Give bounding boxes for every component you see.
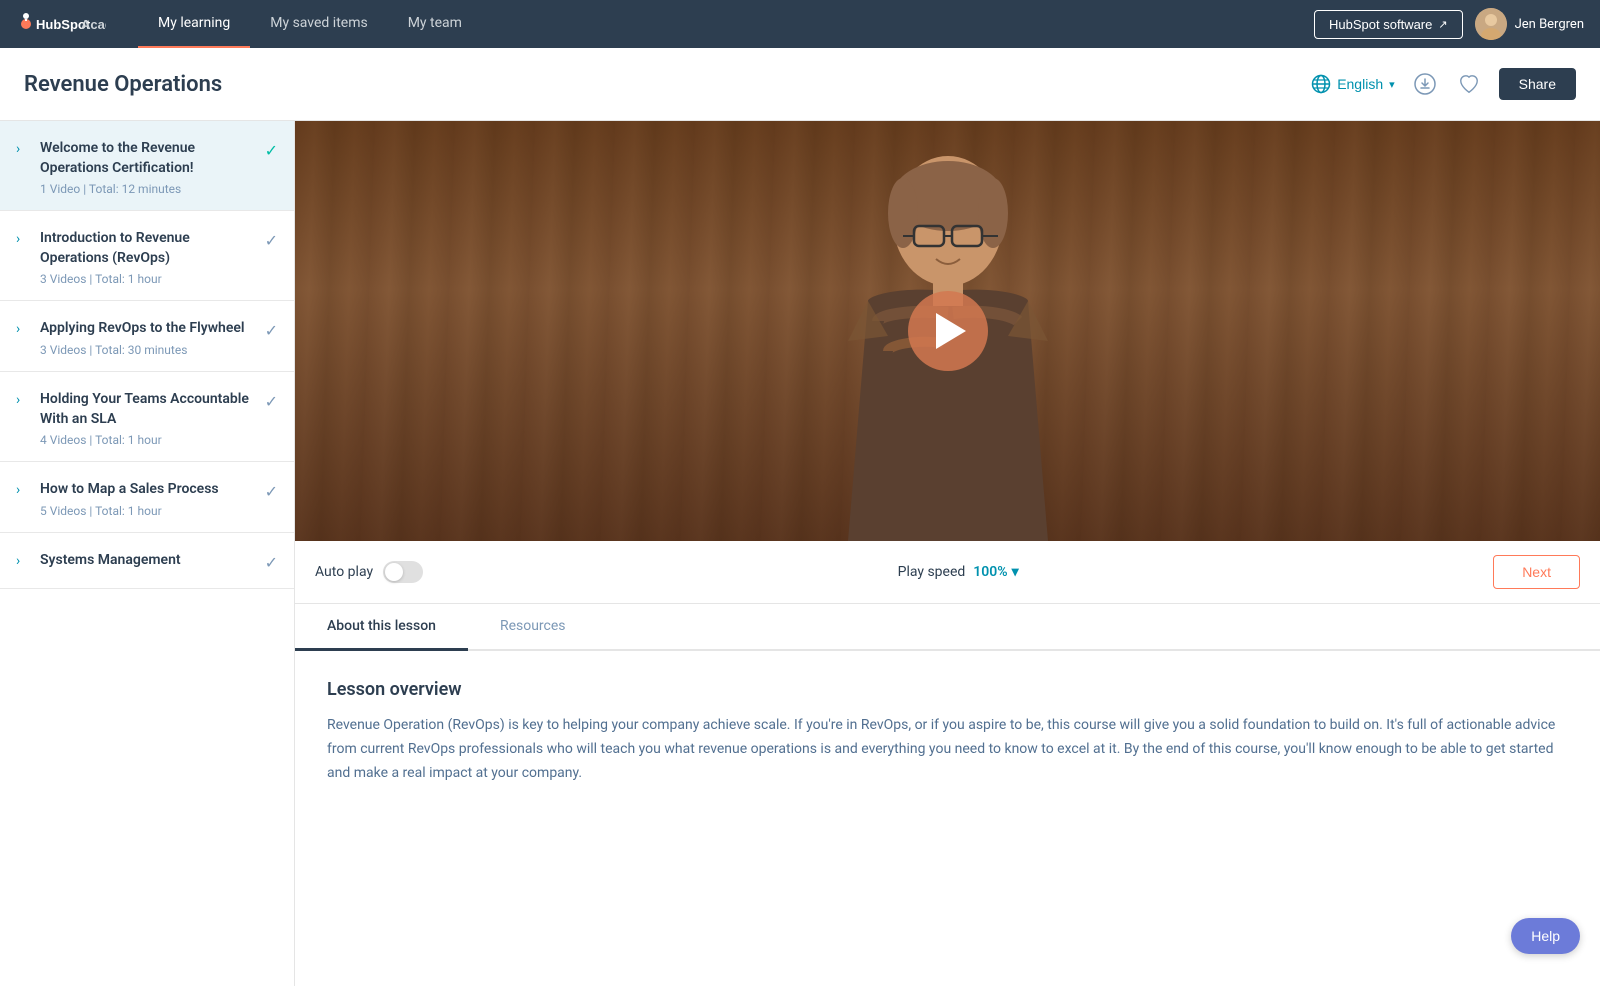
autoplay-label: Auto play bbox=[315, 564, 373, 580]
sidebar-item-map-sales[interactable]: › How to Map a Sales Process 5 Videos | … bbox=[0, 462, 294, 532]
nav-links: My learning My saved items My team bbox=[138, 0, 1314, 48]
sidebar-section-4: › How to Map a Sales Process 5 Videos | … bbox=[0, 462, 294, 533]
play-speed-area: Play speed 100% ▾ bbox=[898, 564, 1019, 580]
play-icon bbox=[936, 313, 966, 349]
video-container bbox=[295, 121, 1600, 541]
language-chevron-icon: ▾ bbox=[1389, 78, 1395, 91]
main-layout: › Welcome to the Revenue Operations Cert… bbox=[0, 121, 1600, 986]
header-actions: English ▾ Share bbox=[1311, 68, 1576, 100]
sidebar-item-text: Applying RevOps to the Flywheel 3 Videos… bbox=[40, 319, 257, 357]
hubspot-software-button[interactable]: HubSpot software ↗ bbox=[1314, 10, 1463, 39]
top-navigation: HubSpot Academy My learning My saved ite… bbox=[0, 0, 1600, 48]
hubspot-software-label: HubSpot software bbox=[1329, 17, 1432, 32]
chevron-icon: › bbox=[16, 321, 30, 337]
sidebar-item-meta: 3 Videos | Total: 30 minutes bbox=[40, 343, 257, 357]
sidebar-item-title: Systems Management bbox=[40, 551, 257, 571]
sidebar-item-title: Welcome to the Revenue Operations Certif… bbox=[40, 139, 257, 178]
check-icon: ✓ bbox=[265, 231, 278, 250]
sidebar-item-meta: 4 Videos | Total: 1 hour bbox=[40, 433, 257, 447]
sidebar-section-2: › Applying RevOps to the Flywheel 3 Vide… bbox=[0, 301, 294, 372]
chevron-icon: › bbox=[16, 482, 30, 498]
chevron-icon: › bbox=[16, 141, 30, 157]
autoplay-area: Auto play bbox=[315, 561, 423, 583]
external-link-icon: ↗ bbox=[1438, 18, 1447, 31]
chevron-icon: › bbox=[16, 392, 30, 408]
share-button[interactable]: Share bbox=[1499, 68, 1576, 100]
heart-icon bbox=[1458, 73, 1480, 95]
sidebar-item-text: Welcome to the Revenue Operations Certif… bbox=[40, 139, 257, 196]
playspeed-value: 100% bbox=[973, 564, 1007, 580]
favorite-button[interactable] bbox=[1455, 70, 1483, 98]
lesson-overview-text: Revenue Operation (RevOps) is key to hel… bbox=[327, 714, 1568, 785]
sidebar-item-title: Introduction to Revenue Operations (RevO… bbox=[40, 229, 257, 268]
autoplay-toggle[interactable] bbox=[383, 561, 423, 583]
tab-resources[interactable]: Resources bbox=[468, 604, 598, 651]
nav-link-my-team[interactable]: My team bbox=[388, 0, 482, 48]
sidebar-item-title: Applying RevOps to the Flywheel bbox=[40, 319, 257, 339]
tab-about[interactable]: About this lesson bbox=[295, 604, 468, 651]
nav-right: HubSpot software ↗ Jen Bergren bbox=[1314, 8, 1584, 40]
video-controls: Auto play Play speed 100% ▾ Next bbox=[295, 541, 1600, 604]
username-label: Jen Bergren bbox=[1515, 17, 1584, 32]
sidebar-item-meta: 3 Videos | Total: 1 hour bbox=[40, 272, 257, 286]
play-button[interactable] bbox=[908, 291, 988, 371]
download-button[interactable] bbox=[1411, 70, 1439, 98]
page-title: Revenue Operations bbox=[24, 72, 222, 97]
sidebar-item-holding[interactable]: › Holding Your Teams Accountable With an… bbox=[0, 372, 294, 461]
download-icon bbox=[1413, 72, 1437, 96]
sidebar: › Welcome to the Revenue Operations Cert… bbox=[0, 121, 295, 986]
sidebar-item-intro[interactable]: › Introduction to Revenue Operations (Re… bbox=[0, 211, 294, 300]
playspeed-label: Play speed bbox=[898, 564, 966, 580]
chevron-icon: › bbox=[16, 553, 30, 569]
next-button[interactable]: Next bbox=[1493, 555, 1580, 589]
nav-link-my-saved-items[interactable]: My saved items bbox=[250, 0, 387, 48]
language-button[interactable]: English ▾ bbox=[1311, 74, 1394, 94]
hubspot-logo: HubSpot Academy bbox=[16, 12, 106, 36]
check-icon: ✓ bbox=[265, 553, 278, 572]
globe-icon bbox=[1311, 74, 1331, 94]
lesson-overview-title: Lesson overview bbox=[327, 679, 1568, 700]
sidebar-item-applying[interactable]: › Applying RevOps to the Flywheel 3 Vide… bbox=[0, 301, 294, 371]
lesson-content: Lesson overview Revenue Operation (RevOp… bbox=[295, 651, 1600, 813]
check-icon: ✓ bbox=[265, 482, 278, 501]
svg-text:Academy: Academy bbox=[81, 17, 106, 32]
check-icon: ✓ bbox=[265, 392, 278, 411]
sidebar-item-meta: 1 Video | Total: 12 minutes bbox=[40, 182, 257, 196]
help-button[interactable]: Help bbox=[1511, 918, 1580, 954]
sidebar-section-1: › Introduction to Revenue Operations (Re… bbox=[0, 211, 294, 301]
sidebar-item-title: How to Map a Sales Process bbox=[40, 480, 257, 500]
avatar-image bbox=[1475, 8, 1507, 40]
video-thumbnail[interactable] bbox=[295, 121, 1600, 541]
sidebar-item-text: How to Map a Sales Process 5 Videos | To… bbox=[40, 480, 257, 518]
check-icon: ✓ bbox=[265, 321, 278, 340]
language-label: English bbox=[1337, 76, 1383, 92]
tabs-bar: About this lesson Resources bbox=[295, 604, 1600, 651]
avatar bbox=[1475, 8, 1507, 40]
playspeed-selector[interactable]: 100% ▾ bbox=[973, 564, 1018, 580]
sidebar-item-systems[interactable]: › Systems Management ✓ bbox=[0, 533, 294, 589]
content-area: Auto play Play speed 100% ▾ Next About t… bbox=[295, 121, 1600, 986]
user-menu[interactable]: Jen Bergren bbox=[1475, 8, 1584, 40]
sidebar-section-0: › Welcome to the Revenue Operations Cert… bbox=[0, 121, 294, 211]
check-icon: ✓ bbox=[265, 141, 278, 160]
sidebar-item-meta: 5 Videos | Total: 1 hour bbox=[40, 504, 257, 518]
playspeed-chevron-icon: ▾ bbox=[1012, 564, 1019, 580]
sidebar-item-welcome[interactable]: › Welcome to the Revenue Operations Cert… bbox=[0, 121, 294, 210]
chevron-icon: › bbox=[16, 231, 30, 247]
sidebar-section-3: › Holding Your Teams Accountable With an… bbox=[0, 372, 294, 462]
nav-link-my-learning[interactable]: My learning bbox=[138, 0, 250, 48]
sidebar-item-text: Holding Your Teams Accountable With an S… bbox=[40, 390, 257, 447]
sidebar-section-5: › Systems Management ✓ bbox=[0, 533, 294, 590]
logo[interactable]: HubSpot Academy bbox=[16, 12, 106, 36]
sidebar-item-text: Introduction to Revenue Operations (RevO… bbox=[40, 229, 257, 286]
toggle-knob bbox=[385, 563, 403, 581]
sidebar-item-text: Systems Management bbox=[40, 551, 257, 575]
sidebar-item-title: Holding Your Teams Accountable With an S… bbox=[40, 390, 257, 429]
page-header: Revenue Operations English ▾ bbox=[0, 48, 1600, 121]
